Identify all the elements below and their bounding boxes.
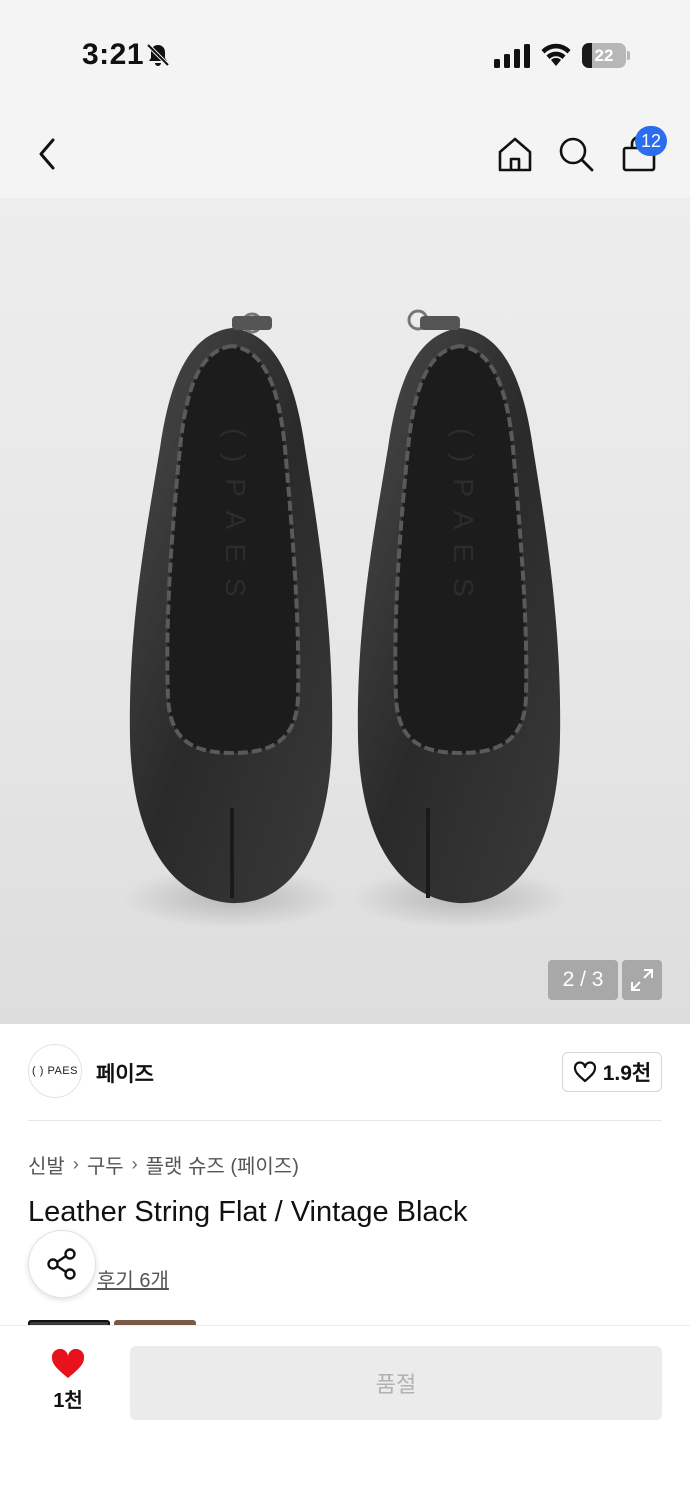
image-counter: 2 / 3 (548, 960, 618, 1000)
cart-count-badge: 12 (635, 126, 668, 156)
breadcrumb: 신발 › 구두 › 플랫 슈즈 (페이즈) (28, 1150, 299, 1179)
breadcrumb-item[interactable]: 구두 (87, 1150, 124, 1179)
share-button[interactable] (28, 1230, 96, 1298)
expand-image-button[interactable] (622, 960, 662, 1000)
breadcrumb-item[interactable]: 신발 (28, 1150, 65, 1179)
cellular-signal-icon (494, 44, 530, 68)
home-icon (498, 137, 532, 172)
home-button[interactable] (491, 130, 539, 178)
wishlist-button[interactable]: 1천 (40, 1348, 96, 1418)
battery-indicator: 22 (582, 43, 630, 68)
battery-level: 22 (594, 46, 614, 65)
divider (28, 1120, 662, 1121)
bell-off-icon (146, 43, 170, 67)
brand-logo[interactable]: ( ) PAES (28, 1044, 82, 1098)
heart-filled-icon (51, 1348, 85, 1378)
brand-row: ( ) PAES 페이즈 1.9천 (28, 1044, 662, 1100)
chevron-right-icon: › (131, 1154, 138, 1174)
expand-icon (631, 969, 653, 991)
search-icon (559, 137, 594, 172)
chevron-right-icon: › (72, 1154, 79, 1174)
search-button[interactable] (552, 130, 600, 178)
status-bar: 3:21 22 (0, 0, 690, 110)
product-image-gallery[interactable]: ( ) P A E S ( ) P A E S (0, 198, 690, 1024)
product-photo: ( ) P A E S ( ) P A E S (122, 309, 570, 928)
left-insole-logo: ( ) P A E S (220, 428, 251, 601)
brand-like-button[interactable]: 1.9천 (562, 1052, 662, 1092)
review-count-link[interactable]: 후기 6개 (97, 1264, 169, 1293)
heart-outline-icon (573, 1061, 596, 1083)
product-title: Leather String Flat / Vintage Black (28, 1196, 468, 1228)
status-time: 3:21 (82, 38, 145, 71)
brand-name[interactable]: 페이즈 (96, 1058, 154, 1088)
share-icon (47, 1248, 76, 1280)
brand-like-count: 1.9천 (602, 1062, 652, 1085)
wishlist-count: 1천 (53, 1390, 83, 1412)
wifi-icon (541, 43, 571, 66)
breadcrumb-item[interactable]: 플랫 슈즈 (페이즈) (146, 1150, 299, 1179)
back-button[interactable] (24, 130, 72, 178)
top-nav-bar (0, 110, 690, 198)
chevron-left-icon (39, 138, 55, 170)
right-insole-logo: ( ) P A E S (448, 428, 479, 601)
soldout-button[interactable]: 품절 (130, 1346, 662, 1420)
